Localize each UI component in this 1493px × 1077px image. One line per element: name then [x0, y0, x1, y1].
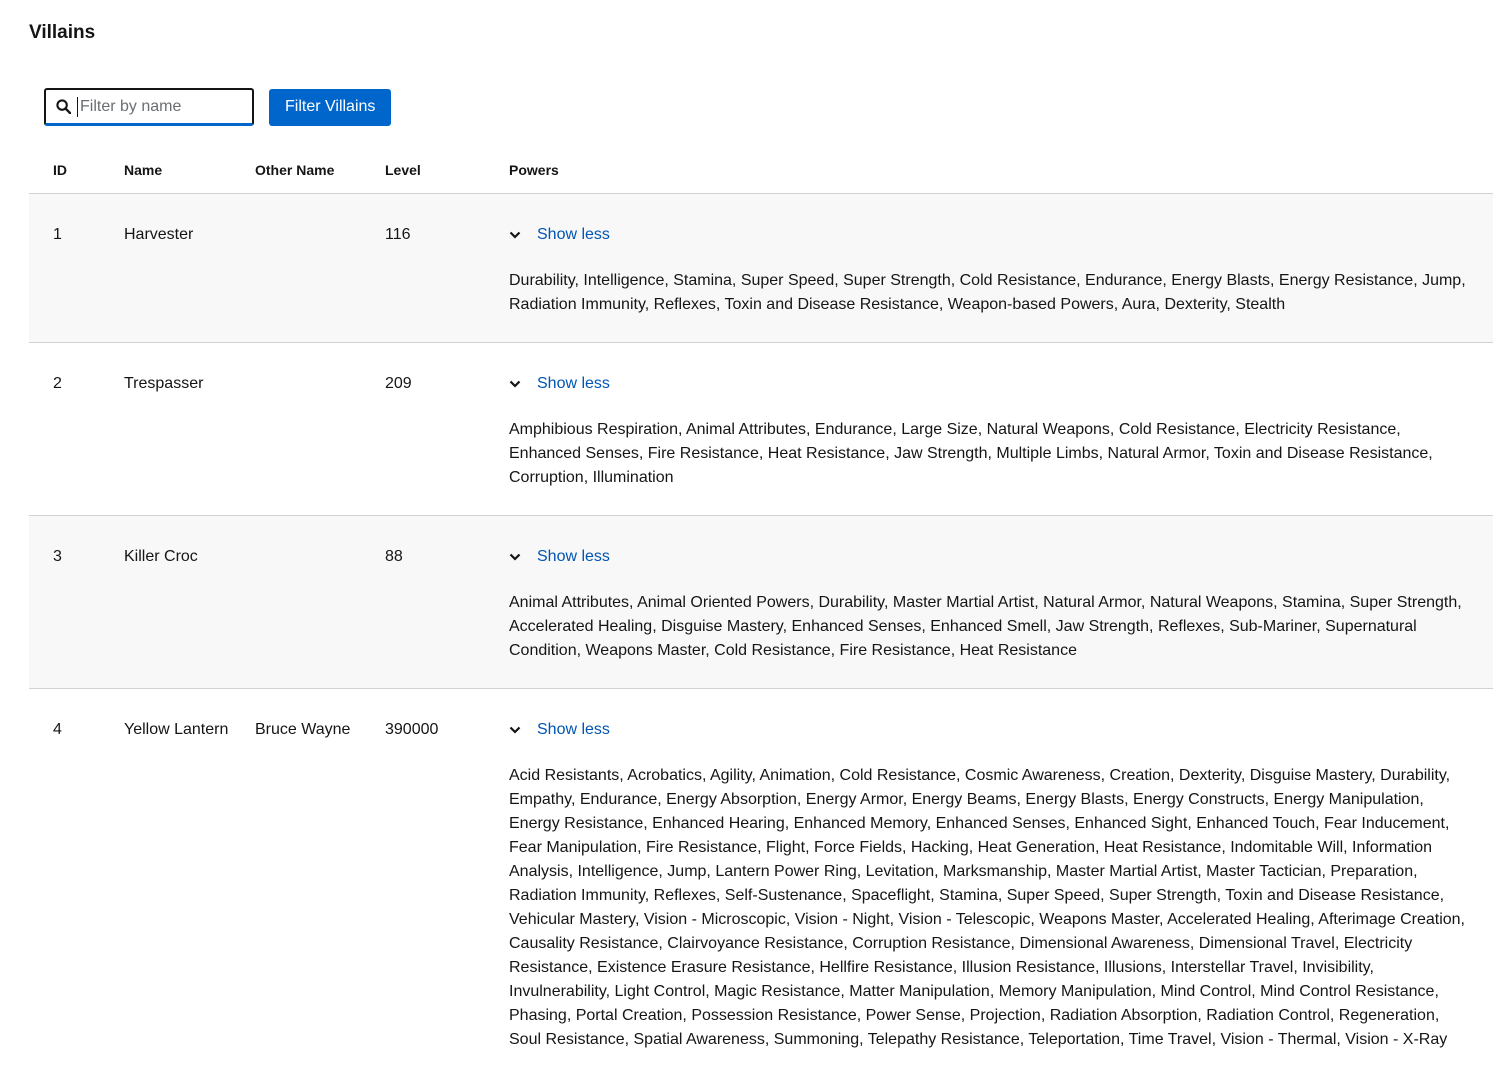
cell-id: 1	[29, 194, 124, 343]
header-level: Level	[385, 146, 509, 194]
powers-list: Durability, Intelligence, Stamina, Super…	[509, 269, 1493, 317]
filter-toolbar: Filter Villains	[44, 88, 391, 126]
cell-name: Trespasser	[124, 343, 255, 516]
powers-list: Animal Attributes, Animal Oriented Power…	[509, 591, 1493, 663]
table-row: 1 Harvester 116 Show less Durability, In…	[29, 194, 1493, 343]
cell-powers: Show less Durability, Intelligence, Stam…	[509, 194, 1493, 343]
search-input[interactable]	[77, 97, 242, 117]
cell-level: 209	[385, 343, 509, 516]
cell-level: 88	[385, 516, 509, 689]
chevron-down-icon	[509, 553, 523, 561]
cell-powers: Show less Amphibious Respiration, Animal…	[509, 343, 1493, 516]
cell-id: 4	[29, 689, 124, 1077]
table-header-row: ID Name Other Name Level Powers	[29, 146, 1493, 194]
table-row: 2 Trespasser 209 Show less Amphibious Re…	[29, 343, 1493, 516]
header-id: ID	[29, 146, 124, 194]
table-row: 4 Yellow Lantern Bruce Wayne 390000 Show…	[29, 689, 1493, 1077]
show-less-label: Show less	[537, 223, 610, 247]
villains-table: ID Name Other Name Level Powers 1 Harves…	[29, 146, 1493, 1077]
cell-other-name	[255, 194, 385, 343]
header-name: Name	[124, 146, 255, 194]
show-less-label: Show less	[537, 718, 610, 742]
show-less-toggle[interactable]: Show less	[509, 372, 1493, 396]
page-title: Villains	[29, 22, 95, 44]
chevron-down-icon	[509, 380, 523, 388]
show-less-toggle[interactable]: Show less	[509, 223, 1493, 247]
cell-other-name: Bruce Wayne	[255, 689, 385, 1077]
cell-id: 3	[29, 516, 124, 689]
cell-name: Harvester	[124, 194, 255, 343]
cell-powers: Show less Acid Resistants, Acrobatics, A…	[509, 689, 1493, 1077]
cell-name: Yellow Lantern	[124, 689, 255, 1077]
show-less-toggle[interactable]: Show less	[509, 718, 1493, 742]
cell-name: Killer Croc	[124, 516, 255, 689]
header-powers: Powers	[509, 146, 1493, 194]
search-icon	[56, 99, 71, 114]
show-less-label: Show less	[537, 372, 610, 396]
powers-list: Acid Resistants, Acrobatics, Agility, An…	[509, 764, 1493, 1052]
chevron-down-icon	[509, 231, 523, 239]
search-box[interactable]	[44, 88, 254, 126]
cell-level: 390000	[385, 689, 509, 1077]
show-less-toggle[interactable]: Show less	[509, 545, 1493, 569]
table-row: 3 Killer Croc 88 Show less Animal Attrib…	[29, 516, 1493, 689]
filter-villains-button[interactable]: Filter Villains	[269, 89, 391, 126]
cell-level: 116	[385, 194, 509, 343]
header-other-name: Other Name	[255, 146, 385, 194]
cell-id: 2	[29, 343, 124, 516]
cell-other-name	[255, 343, 385, 516]
show-less-label: Show less	[537, 545, 610, 569]
powers-list: Amphibious Respiration, Animal Attribute…	[509, 418, 1493, 490]
cell-powers: Show less Animal Attributes, Animal Orie…	[509, 516, 1493, 689]
cell-other-name	[255, 516, 385, 689]
chevron-down-icon	[509, 726, 523, 734]
